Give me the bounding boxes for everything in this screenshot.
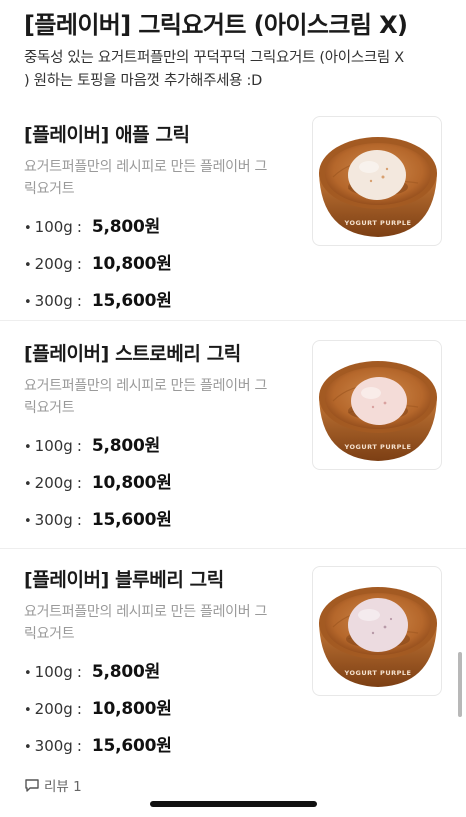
description-line: 릭요거트 [24, 181, 75, 197]
yogurt-bowl-image: YOGURT PURPLE [319, 137, 437, 237]
price-size: 300g [34, 511, 73, 529]
price-size: 200g [34, 474, 73, 492]
menu-item-apple-greek[interactable]: [플레이버] 애플 그릭 요거트퍼플만의 레시피로 만든 플레이버 그 릭요거트… [0, 100, 466, 321]
price-value: 15,600원 [91, 736, 172, 756]
bullet-icon: • [24, 221, 32, 236]
price-separator: : [76, 218, 82, 236]
category-description: 중독성 있는 요거트퍼플만의 꾸덕꾸덕 그릭요거트 (아이스크림 X ) 원하는… [24, 47, 446, 93]
price-option: • 100g : 5,800원 [24, 209, 294, 246]
menu-item-image[interactable]: YOGURT PURPLE [312, 340, 442, 470]
bowl-logo-text: YOGURT PURPLE [344, 219, 412, 227]
price-separator: : [76, 255, 82, 273]
price-option: • 200g : 10,800원 [24, 246, 294, 283]
menu-page: [플레이버] 그릭요거트 (아이스크림 X) 중독성 있는 요거트퍼플만의 꾸덕… [0, 0, 466, 817]
price-list: • 100g : 5,800원 • 200g : 10,800원 • 300g … [24, 654, 294, 765]
price-size: 300g [34, 737, 73, 755]
price-separator: : [76, 663, 82, 681]
speech-bubble-icon [25, 778, 39, 792]
price-size: 100g [34, 663, 73, 681]
bullet-icon: • [24, 295, 32, 310]
price-size: 300g [34, 292, 73, 310]
category-description-line: 중독성 있는 요거트퍼플만의 꾸덕꾸덕 그릭요거트 (아이스크림 X [24, 50, 404, 66]
description-line: 요거트퍼플만의 레시피로 만든 플레이버 그 [24, 378, 268, 394]
price-option: • 200g : 10,800원 [24, 465, 294, 502]
yogurt-scoop [348, 598, 408, 652]
category-title: [플레이버] 그릭요거트 (아이스크림 X) [24, 11, 408, 39]
price-value: 15,600원 [91, 291, 172, 311]
bullet-icon: • [24, 740, 32, 755]
price-value: 5,800원 [91, 217, 161, 237]
price-option: • 300g : 15,600원 [24, 502, 294, 539]
menu-item-name: [플레이버] 애플 그릭 [24, 124, 190, 146]
price-separator: : [76, 292, 82, 310]
price-option: • 300g : 15,600원 [24, 728, 294, 765]
price-size: 100g [34, 437, 73, 455]
price-option: • 300g : 15,600원 [24, 283, 294, 320]
price-option: • 100g : 5,800원 [24, 654, 294, 691]
menu-item-description: 요거트퍼플만의 레시피로 만든 플레이버 그 릭요거트 [24, 601, 294, 645]
menu-item-info: [플레이버] 스트로베리 그릭 요거트퍼플만의 레시피로 만든 플레이버 그 릭… [24, 341, 294, 539]
review-count: 리뷰 1 [44, 779, 82, 795]
bowl-logo-text: YOGURT PURPLE [344, 669, 412, 677]
bullet-icon: • [24, 440, 32, 455]
menu-item-description: 요거트퍼플만의 레시피로 만든 플레이버 그 릭요거트 [24, 375, 294, 419]
yogurt-bowl-image: YOGURT PURPLE [319, 361, 437, 461]
menu-item-name: [플레이버] 스트로베리 그릭 [24, 343, 241, 365]
description-line: 릭요거트 [24, 400, 75, 416]
bowl-logo-text: YOGURT PURPLE [344, 443, 412, 451]
price-option: • 200g : 10,800원 [24, 691, 294, 728]
price-separator: : [76, 437, 82, 455]
category-description-line: ) 원하는 토핑을 마음껏 추가해주세용 :D [24, 73, 262, 89]
home-indicator[interactable] [150, 801, 317, 807]
bullet-icon: • [24, 703, 32, 718]
price-separator: : [76, 700, 82, 718]
price-value: 5,800원 [91, 662, 161, 682]
price-separator: : [76, 737, 82, 755]
menu-item-info: [플레이버] 블루베리 그릭 요거트퍼플만의 레시피로 만든 플레이버 그 릭요… [24, 567, 294, 795]
price-size: 100g [34, 218, 73, 236]
menu-item-image[interactable]: YOGURT PURPLE [312, 116, 442, 246]
price-separator: : [76, 511, 82, 529]
menu-item-strawberry-greek[interactable]: [플레이버] 스트로베리 그릭 요거트퍼플만의 레시피로 만든 플레이버 그 릭… [0, 321, 466, 549]
price-option: • 100g : 5,800원 [24, 428, 294, 465]
menu-item-blueberry-greek[interactable]: [플레이버] 블루베리 그릭 요거트퍼플만의 레시피로 만든 플레이버 그 릭요… [0, 549, 466, 809]
bullet-icon: • [24, 477, 32, 492]
price-value: 5,800원 [91, 436, 161, 456]
price-size: 200g [34, 255, 73, 273]
bullet-icon: • [24, 666, 32, 681]
description-line: 요거트퍼플만의 레시피로 만든 플레이버 그 [24, 159, 268, 175]
price-separator: : [76, 474, 82, 492]
price-value: 10,800원 [91, 699, 172, 719]
price-value: 15,600원 [91, 510, 172, 530]
menu-item-info: [플레이버] 애플 그릭 요거트퍼플만의 레시피로 만든 플레이버 그 릭요거트… [24, 122, 294, 320]
scrollbar[interactable] [458, 652, 462, 717]
yogurt-scoop [351, 377, 407, 425]
menu-item-image[interactable]: YOGURT PURPLE [312, 566, 442, 696]
menu-item-name: [플레이버] 블루베리 그릭 [24, 569, 224, 591]
price-list: • 100g : 5,800원 • 200g : 10,800원 • 300g … [24, 209, 294, 320]
price-value: 10,800원 [91, 254, 172, 274]
description-line: 릭요거트 [24, 626, 75, 642]
menu-item-description: 요거트퍼플만의 레시피로 만든 플레이버 그 릭요거트 [24, 156, 294, 200]
yogurt-scoop [348, 150, 406, 200]
price-list: • 100g : 5,800원 • 200g : 10,800원 • 300g … [24, 428, 294, 539]
yogurt-bowl-image: YOGURT PURPLE [319, 587, 437, 687]
category-header: [플레이버] 그릭요거트 (아이스크림 X) 중독성 있는 요거트퍼플만의 꾸덕… [0, 0, 466, 93]
description-line: 요거트퍼플만의 레시피로 만든 플레이버 그 [24, 604, 268, 620]
price-size: 200g [34, 700, 73, 718]
bullet-icon: • [24, 258, 32, 273]
price-value: 10,800원 [91, 473, 172, 493]
review-link[interactable]: 리뷰 1 [24, 775, 294, 795]
bullet-icon: • [24, 514, 32, 529]
